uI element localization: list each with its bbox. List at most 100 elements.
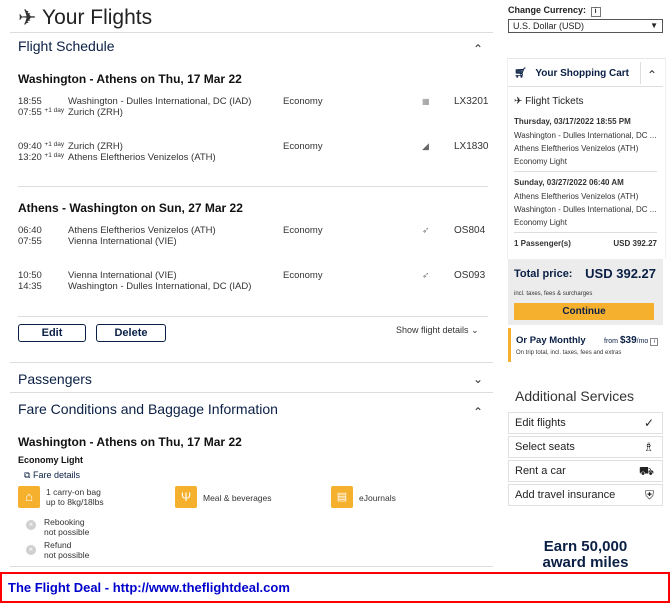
to-airport: Vienna International (VIE) xyxy=(68,236,177,247)
service-rent-car[interactable]: Rent a car ⛟ xyxy=(508,460,663,482)
rebooking-info: Rebooking not possible xyxy=(44,517,89,537)
cabin-class: Economy xyxy=(283,225,323,236)
cart-out-to: Athens Eleftherios Venizelos (ATH) xyxy=(514,144,639,153)
cart-icon: 🛒︎ xyxy=(514,68,527,79)
ejournals-icon: ▤ xyxy=(331,486,353,508)
cart-in-fare: Economy Light xyxy=(514,218,567,227)
arr-time: 13:20 xyxy=(18,152,42,163)
not-possible-icon: × xyxy=(26,520,36,530)
fare-name: Economy Light xyxy=(18,455,83,465)
service-label: Add travel insurance xyxy=(515,489,616,501)
fare-conditions-title: Fare Conditions and Baggage Information xyxy=(18,401,278,417)
cart-header[interactable]: 🛒︎ Your Shopping Cart xyxy=(514,68,629,79)
footer-banner[interactable]: The Flight Deal - http://www.theflightde… xyxy=(0,572,670,603)
flight-schedule-title: Flight Schedule xyxy=(18,38,115,54)
to-airport: Zurich (ZRH) xyxy=(68,107,123,118)
promo-line1: Earn 50,000 xyxy=(543,538,628,555)
checkmark-icon: ✓ xyxy=(643,416,654,430)
caret-down-icon: ▼ xyxy=(650,21,658,30)
monthly-from: from xyxy=(604,338,618,345)
currency-select[interactable]: U.S. Dollar (USD) ▼ xyxy=(508,19,663,33)
arr-time: 07:55 xyxy=(18,107,42,118)
pay-monthly-note: On trip total, incl. taxes, fees and ext… xyxy=(516,350,622,356)
cart-out-from: Washington - Dulles International, DC ..… xyxy=(514,131,657,140)
outbound-heading: Washington - Athens on Thu, 17 Mar 22 xyxy=(18,72,242,86)
airline-logo-icon: ➶ xyxy=(422,225,430,235)
arr-time: 07:55 xyxy=(18,236,42,247)
fare-details-label: Fare details xyxy=(32,470,80,480)
day-offset: +1 day xyxy=(44,107,65,114)
from-airport: Vienna International (VIE) xyxy=(68,270,177,281)
continue-button[interactable]: Continue xyxy=(514,303,654,320)
monthly-per: /mo xyxy=(636,338,649,345)
show-flight-details-link[interactable]: Show flight details ⌄ xyxy=(396,325,479,336)
refund-info: Refund not possible xyxy=(44,540,89,560)
flight-number: LX1830 xyxy=(454,141,489,152)
promo-banner[interactable]: Earn 50,000 award miles xyxy=(508,539,663,571)
day-offset: +1 day xyxy=(44,152,65,159)
cart-in-from: Athens Eleftherios Venizelos (ATH) xyxy=(514,192,639,201)
cart-out-fare: Economy Light xyxy=(514,157,567,166)
seat-icon: ♗ xyxy=(643,440,654,454)
service-travel-insurance[interactable]: Add travel insurance ⛨ xyxy=(508,484,663,506)
currency-select-value: U.S. Dollar (USD) xyxy=(513,21,585,31)
cart-out-date: Thursday, 03/17/2022 18:55 PM xyxy=(514,117,631,126)
cart-collapse-icon[interactable]: ⌃ xyxy=(640,62,663,84)
rebooking-line2: not possible xyxy=(44,527,90,537)
info-icon[interactable]: i xyxy=(650,338,659,346)
not-possible-icon: × xyxy=(26,545,36,555)
baggage-icon: ⌂ xyxy=(18,486,40,508)
collapse-fare-icon[interactable]: ⌃ xyxy=(473,405,483,419)
chevron-down-icon: ⌄ xyxy=(471,325,479,335)
airline-logo-icon: ◢ xyxy=(422,141,429,151)
flight-number: OS093 xyxy=(454,270,486,281)
service-label: Rent a car xyxy=(515,465,566,477)
info-icon[interactable]: i xyxy=(590,7,601,17)
show-flight-details-label: Show flight details xyxy=(396,325,469,335)
car-icon: ⛟ xyxy=(638,464,654,478)
cabin-class: Economy xyxy=(283,96,323,107)
flight-number: OS804 xyxy=(454,225,486,236)
pay-monthly-price: from $39/mo i xyxy=(604,335,659,346)
meal-icon: Ψ xyxy=(175,486,197,508)
rebooking-line1: Rebooking xyxy=(44,517,85,527)
baggage-line2: up to 8kg/18lbs xyxy=(46,497,104,507)
cart-passenger-price: USD 392.27 xyxy=(613,239,657,248)
delete-button[interactable]: Delete xyxy=(96,324,166,342)
fare-details-link[interactable]: ⧉ Fare details xyxy=(24,470,80,481)
airplane-icon: ✈ xyxy=(18,5,37,30)
arr-time: 14:35 xyxy=(18,281,42,292)
to-airport: Athens Eleftherios Venizelos (ATH) xyxy=(68,152,216,163)
service-select-seats[interactable]: Select seats ♗ xyxy=(508,436,663,458)
plane-small-icon: ✈ xyxy=(514,96,523,107)
airline-logo-icon: ➶ xyxy=(422,270,430,280)
to-airport: Washington - Dulles International, DC (I… xyxy=(68,281,252,292)
service-edit-flights[interactable]: Edit flights ✓ xyxy=(508,412,663,434)
airline-logo-icon: ▦ xyxy=(422,97,430,106)
flight-number: LX3201 xyxy=(454,96,489,107)
pay-monthly-title: Or Pay Monthly xyxy=(516,335,586,346)
fare-heading: Washington - Athens on Thu, 17 Mar 22 xyxy=(18,435,242,449)
day-offset: +1 day xyxy=(44,141,65,148)
currency-label: Change Currency: i xyxy=(508,5,601,17)
shield-icon: ⛨ xyxy=(644,488,654,502)
service-label: Select seats xyxy=(515,441,575,453)
cabin-class: Economy xyxy=(283,270,323,281)
collapse-schedule-icon[interactable]: ⌃ xyxy=(473,42,483,56)
cabin-class: Economy xyxy=(283,141,323,152)
baggage-info: 1 carry-on bag up to 8kg/18lbs xyxy=(46,487,104,507)
flight-tickets-section: ✈ Flight Tickets xyxy=(514,96,584,107)
from-airport: Zurich (ZRH) xyxy=(68,141,123,152)
service-label: Edit flights xyxy=(515,417,566,429)
total-value: USD 392.27 xyxy=(585,266,656,281)
expand-passengers-icon[interactable]: ⌄ xyxy=(473,372,483,386)
dep-time: 18:55 xyxy=(18,96,42,107)
dep-time: 06:40 xyxy=(18,225,42,236)
dep-time: 09:40 xyxy=(18,141,42,152)
ejournals-label: eJournals xyxy=(359,493,396,503)
edit-button[interactable]: Edit xyxy=(18,324,86,342)
total-label: Total price: xyxy=(514,268,573,280)
cart-in-to: Washington - Dulles International, DC ..… xyxy=(514,205,657,214)
baggage-line1: 1 carry-on bag xyxy=(46,487,101,497)
additional-services-title: Additional Services xyxy=(515,388,635,404)
